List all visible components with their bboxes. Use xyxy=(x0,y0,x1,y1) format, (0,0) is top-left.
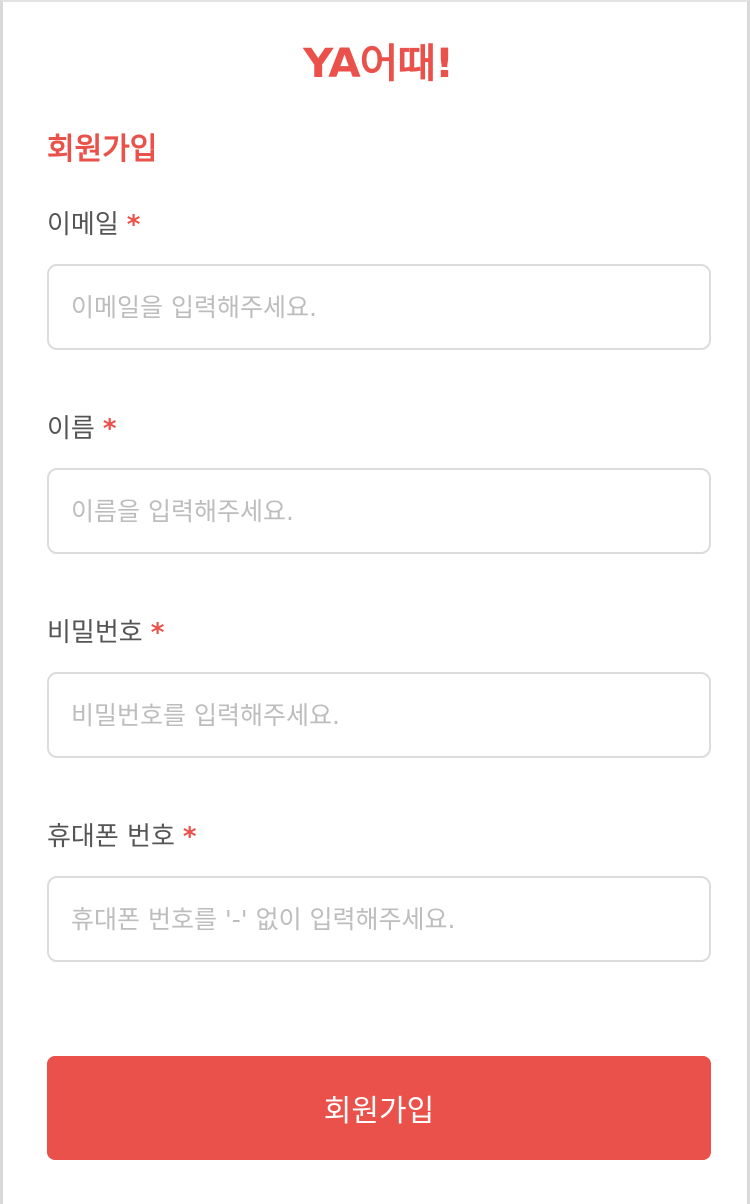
phone-label-text: 휴대폰 번호 xyxy=(47,822,175,852)
brand-logo: YA어때! xyxy=(302,41,454,87)
phone-input[interactable] xyxy=(47,876,711,962)
name-label: 이름 * xyxy=(47,412,116,446)
email-label-text: 이메일 xyxy=(47,210,119,240)
email-label: 이메일 * xyxy=(47,208,140,242)
name-input[interactable] xyxy=(47,468,711,554)
password-label: 비밀번호 * xyxy=(47,616,164,650)
email-input[interactable] xyxy=(47,264,711,350)
required-mark: * xyxy=(102,414,117,444)
signup-submit-button[interactable]: 회원가입 xyxy=(47,1056,711,1160)
required-mark: * xyxy=(150,618,165,648)
name-label-text: 이름 xyxy=(47,414,95,444)
required-mark: * xyxy=(126,210,141,240)
page-title: 회원가입 xyxy=(47,132,158,167)
phone-label: 휴대폰 번호 * xyxy=(47,820,196,854)
signup-screen: YA어때! 회원가입 이메일* 이름* 비밀번호* 휴대폰 번호* 회원가입 xyxy=(0,0,750,1204)
password-label-text: 비밀번호 xyxy=(47,618,143,648)
required-mark: * xyxy=(182,822,197,852)
password-input[interactable] xyxy=(47,672,711,758)
